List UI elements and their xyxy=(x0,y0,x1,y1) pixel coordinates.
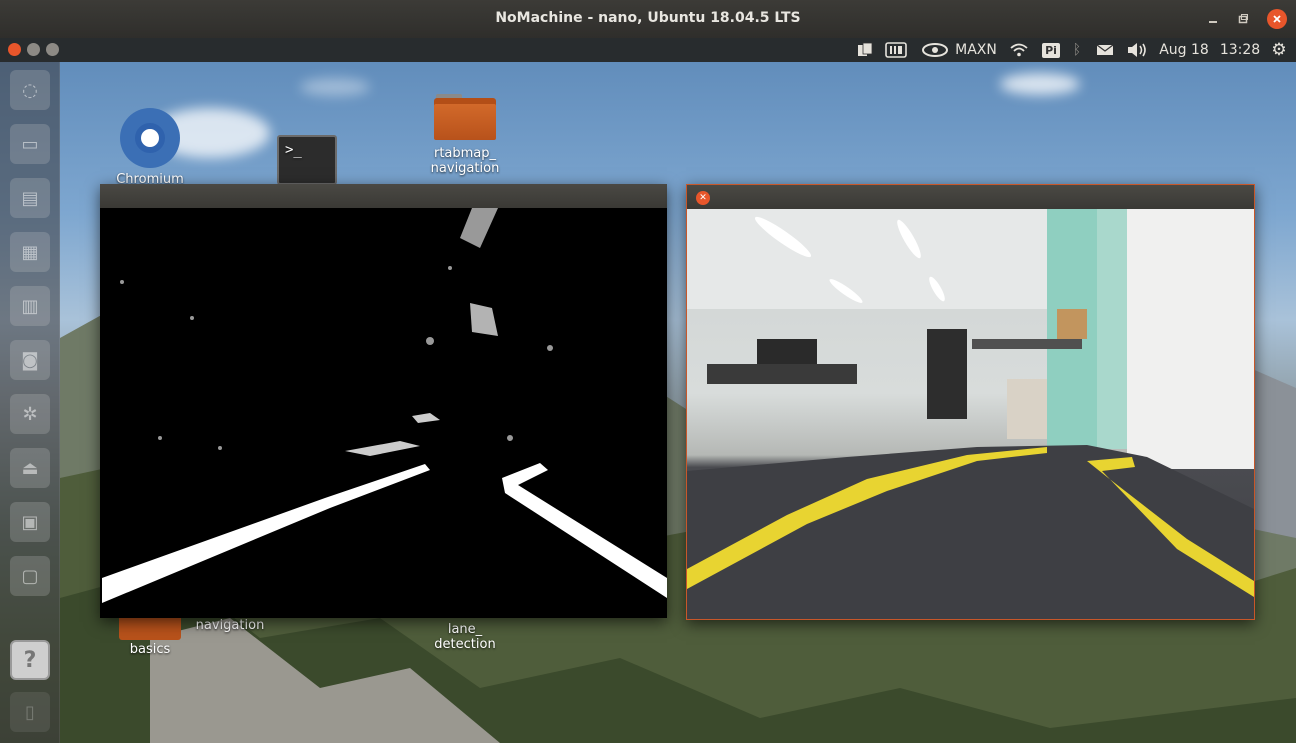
cloud xyxy=(300,78,370,96)
lane-mask-image xyxy=(102,208,667,603)
terminal-icon: >_ xyxy=(277,135,337,185)
spreadsheet-launcher-icon[interactable]: ▦ xyxy=(10,232,50,272)
bluetooth-icon[interactable]: ᛒ xyxy=(1068,38,1086,62)
files-launcher-icon[interactable]: ▭ xyxy=(10,124,50,164)
help-launcher-icon[interactable]: ? xyxy=(10,640,50,680)
terminal-launcher-icon[interactable]: ▣ xyxy=(10,502,50,542)
text-editor-launcher-icon[interactable]: ▥ xyxy=(10,286,50,326)
pi-indicator-icon[interactable]: Pi xyxy=(1040,38,1062,62)
desktop-icon-rtabmap-navigation[interactable]: rtabmap_ navigation xyxy=(410,94,520,176)
desktop-icon-lane-detection[interactable]: lane_ detection xyxy=(410,622,520,652)
desktop-icon-terminal[interactable]: >_ xyxy=(252,135,362,185)
camera-launcher-icon[interactable]: ◙ xyxy=(10,340,50,380)
desktop-icon-label: lane_ xyxy=(447,622,483,637)
close-icon[interactable] xyxy=(8,43,21,56)
restore-icon[interactable] xyxy=(1233,9,1253,29)
trash-launcher-icon[interactable]: ▯ xyxy=(10,692,50,732)
minimize-icon[interactable] xyxy=(1203,9,1223,29)
document-launcher-icon[interactable]: ▤ xyxy=(10,178,50,218)
lane-mask-window[interactable] xyxy=(100,184,667,618)
nomachine-titlebar[interactable]: NoMachine - nano, Ubuntu 18.04.5 LTS xyxy=(0,0,1296,38)
minimize-icon[interactable] xyxy=(27,43,40,56)
top-panel: MAXN Pi ᛒ Aug 18 13:28 ⚙ xyxy=(0,38,1296,62)
launcher: ◌ ▭ ▤ ▦ ▥ ◙ ✲ ⏏ ▣ ▢ ? ▯ xyxy=(0,62,60,743)
desktop-icon-label: rtabmap_ xyxy=(433,146,497,161)
cloud xyxy=(1000,73,1080,95)
gear-icon[interactable]: ⚙ xyxy=(1268,38,1290,62)
nomachine-indicator-icon[interactable] xyxy=(884,38,908,62)
desktop-icon-label: detection xyxy=(434,637,496,652)
nvidia-icon[interactable] xyxy=(920,38,950,62)
close-icon[interactable] xyxy=(1267,9,1287,29)
folder-icon xyxy=(434,94,496,140)
volume-icon[interactable] xyxy=(1124,38,1150,62)
pi-label: Pi xyxy=(1042,42,1060,58)
chromium-icon xyxy=(120,108,180,168)
files-indicator-icon[interactable] xyxy=(854,38,876,62)
window-titlebar[interactable]: ✕ xyxy=(687,185,1254,209)
time-label[interactable]: 13:28 xyxy=(1218,38,1262,62)
window-title: NoMachine - nano, Ubuntu 18.04.5 LTS xyxy=(495,10,801,26)
camera-image xyxy=(687,209,1254,619)
close-icon[interactable]: ✕ xyxy=(696,191,710,205)
camera-view xyxy=(687,209,1254,619)
desktop: MAXN Pi ᛒ Aug 18 13:28 ⚙ ◌ ▭ ▤ ▦ ▥ ◙ ✲ ⏏… xyxy=(0,38,1296,743)
mail-icon[interactable] xyxy=(1094,38,1116,62)
ubuntu-dash-icon[interactable]: ◌ xyxy=(10,70,50,110)
settings-launcher-icon[interactable]: ✲ xyxy=(10,394,50,434)
desktop-icon-chromium[interactable]: Chromium xyxy=(95,108,205,187)
monitor-launcher-icon[interactable]: ▢ xyxy=(10,556,50,596)
maximize-icon[interactable] xyxy=(46,43,59,56)
wifi-icon[interactable] xyxy=(1008,38,1030,62)
camera-window[interactable]: ✕ xyxy=(686,184,1255,620)
desktop-icon-label: navigation xyxy=(430,161,500,176)
desktop-icon-label: basics xyxy=(129,642,171,657)
window-titlebar[interactable] xyxy=(100,184,667,208)
screen: NoMachine - nano, Ubuntu 18.04.5 LTS MAX… xyxy=(0,0,1296,743)
drive-launcher-icon[interactable]: ⏏ xyxy=(10,448,50,488)
power-mode-label[interactable]: MAXN xyxy=(952,38,1000,62)
lane-mask-view xyxy=(100,208,667,618)
date-label[interactable]: Aug 18 xyxy=(1156,38,1212,62)
